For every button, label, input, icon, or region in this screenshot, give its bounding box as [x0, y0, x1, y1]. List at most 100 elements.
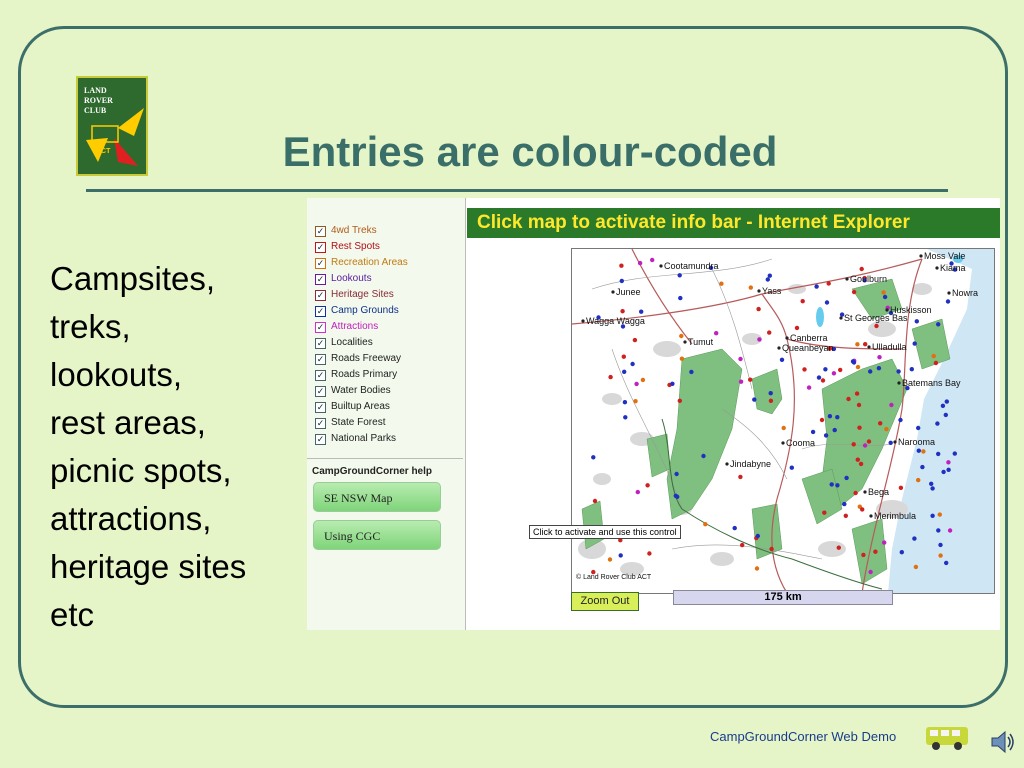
- map-entry-dot[interactable]: [639, 309, 644, 314]
- map-entry-dot[interactable]: [843, 513, 848, 518]
- layer-toggle[interactable]: ✓ Recreation Areas: [315, 256, 408, 270]
- layer-toggle[interactable]: ✓ Roads Freeway: [315, 352, 401, 366]
- map-entry-dot[interactable]: [938, 553, 943, 558]
- map-entry-dot[interactable]: [858, 461, 864, 467]
- layer-toggle[interactable]: ✓ Roads Primary: [315, 368, 397, 382]
- map-entry-dot[interactable]: [748, 285, 753, 290]
- map-entry-dot[interactable]: [608, 374, 613, 380]
- map-entry-dot[interactable]: [896, 369, 901, 374]
- map-entry-dot[interactable]: [936, 451, 941, 457]
- map-entry-dot[interactable]: [868, 369, 873, 374]
- map-entry-dot[interactable]: [868, 569, 873, 575]
- map-entry-dot[interactable]: [592, 498, 598, 504]
- layer-checkbox[interactable]: ✓: [315, 354, 326, 365]
- layer-checkbox[interactable]: ✓: [315, 226, 326, 237]
- map-entry-dot[interactable]: [947, 528, 953, 533]
- map-entry-dot[interactable]: [755, 533, 760, 539]
- map-entry-dot[interactable]: [673, 493, 678, 498]
- map-entry-dot[interactable]: [623, 415, 628, 420]
- map-entry-dot[interactable]: [823, 433, 829, 438]
- layer-checkbox[interactable]: ✓: [315, 386, 326, 397]
- map-entry-dot[interactable]: [937, 512, 942, 517]
- layer-checkbox[interactable]: ✓: [315, 290, 326, 301]
- layer-checkbox[interactable]: ✓: [315, 242, 326, 253]
- using-cgc-button[interactable]: Using CGC: [313, 520, 441, 550]
- layer-checkbox[interactable]: ✓: [315, 338, 326, 349]
- layer-toggle[interactable]: ✓ Lookouts: [315, 272, 372, 286]
- map-entry-dot[interactable]: [853, 490, 858, 496]
- map-entry-dot[interactable]: [748, 377, 753, 382]
- map-entry-dot[interactable]: [838, 367, 843, 373]
- map-entry-dot[interactable]: [936, 322, 941, 327]
- map-entry-dot[interactable]: [851, 442, 856, 447]
- map-entry-dot[interactable]: [940, 403, 946, 408]
- map-entry-dot[interactable]: [857, 425, 862, 430]
- map-entry-dot[interactable]: [800, 299, 805, 304]
- map-canvas[interactable]: Moss Vale Kiama Cootamundra Goulburn Nowra Ju…: [571, 248, 995, 594]
- map-entry-dot[interactable]: [689, 369, 694, 375]
- map-entry-dot[interactable]: [637, 260, 643, 266]
- map-entry-dot[interactable]: [827, 414, 833, 419]
- layer-toggle[interactable]: ✓ State Forest: [315, 416, 385, 430]
- map-entry-dot[interactable]: [754, 566, 760, 571]
- map-entry-dot[interactable]: [794, 325, 800, 331]
- layer-toggle[interactable]: ✓ Rest Spots: [315, 240, 380, 254]
- map-entry-dot[interactable]: [921, 449, 926, 454]
- map-entry-dot[interactable]: [645, 483, 650, 488]
- map-entry-dot[interactable]: [945, 299, 951, 304]
- map-entry-dot[interactable]: [738, 379, 744, 384]
- map-entry-dot[interactable]: [876, 366, 882, 371]
- map-entry-dot[interactable]: [936, 528, 941, 533]
- map-entry-dot[interactable]: [822, 510, 827, 515]
- map-entry-dot[interactable]: [674, 471, 679, 477]
- layer-checkbox[interactable]: ✓: [315, 306, 326, 317]
- map-entry-dot[interactable]: [877, 355, 882, 360]
- map-entry-dot[interactable]: [854, 391, 860, 396]
- map-entry-dot[interactable]: [930, 486, 935, 491]
- map-entry-dot[interactable]: [846, 396, 851, 402]
- map-entry-dot[interactable]: [881, 290, 886, 295]
- map-entry-dot[interactable]: [752, 397, 757, 402]
- map-entry-dot[interactable]: [738, 474, 743, 480]
- map-entry-dot[interactable]: [622, 400, 628, 405]
- map-entry-dot[interactable]: [944, 399, 949, 404]
- map-entry-dot[interactable]: [863, 342, 868, 347]
- map-entry-dot[interactable]: [888, 440, 893, 445]
- map-entry-dot[interactable]: [874, 323, 879, 329]
- map-entry-dot[interactable]: [889, 402, 894, 408]
- layer-checkbox[interactable]: ✓: [315, 274, 326, 285]
- map-entry-dot[interactable]: [873, 549, 878, 554]
- map-entry-dot[interactable]: [619, 278, 624, 284]
- map-entry-dot[interactable]: [670, 381, 675, 386]
- layer-toggle[interactable]: ✓ Heritage Sites: [315, 288, 394, 302]
- map-entry-dot[interactable]: [677, 398, 682, 403]
- map-entry-dot[interactable]: [620, 309, 625, 314]
- layer-toggle[interactable]: ✓ Attractions: [315, 320, 378, 334]
- map-entry-dot[interactable]: [878, 421, 883, 426]
- map-entry-dot[interactable]: [781, 425, 786, 431]
- zoom-out-button[interactable]: Zoom Out: [571, 592, 639, 611]
- map-entry-dot[interactable]: [912, 341, 917, 346]
- map-entry-dot[interactable]: [899, 550, 904, 555]
- map-entry-dot[interactable]: [820, 378, 826, 383]
- map-entry-dot[interactable]: [836, 545, 841, 550]
- map-entry-dot[interactable]: [767, 273, 772, 278]
- map-entry-dot[interactable]: [824, 300, 830, 305]
- map-entry-dot[interactable]: [831, 371, 837, 376]
- map-entry-dot[interactable]: [826, 281, 831, 286]
- map-entry-dot[interactable]: [677, 273, 682, 278]
- layer-toggle[interactable]: ✓ 4wd Treks: [315, 224, 377, 238]
- map-entry-dot[interactable]: [855, 364, 861, 370]
- map-entry-dot[interactable]: [946, 467, 951, 472]
- map-entry-dot[interactable]: [829, 482, 834, 487]
- map-entry-dot[interactable]: [916, 425, 921, 431]
- map-entry-dot[interactable]: [952, 451, 957, 456]
- map-entry-dot[interactable]: [856, 402, 862, 408]
- map-entry-dot[interactable]: [738, 356, 743, 362]
- layer-toggle[interactable]: ✓ Builtup Areas: [315, 400, 390, 414]
- layer-checkbox[interactable]: ✓: [315, 434, 326, 445]
- map-entry-dot[interactable]: [920, 464, 925, 470]
- map-entry-dot[interactable]: [844, 475, 849, 481]
- map-entry-dot[interactable]: [933, 360, 939, 366]
- map-entry-dot[interactable]: [765, 277, 770, 282]
